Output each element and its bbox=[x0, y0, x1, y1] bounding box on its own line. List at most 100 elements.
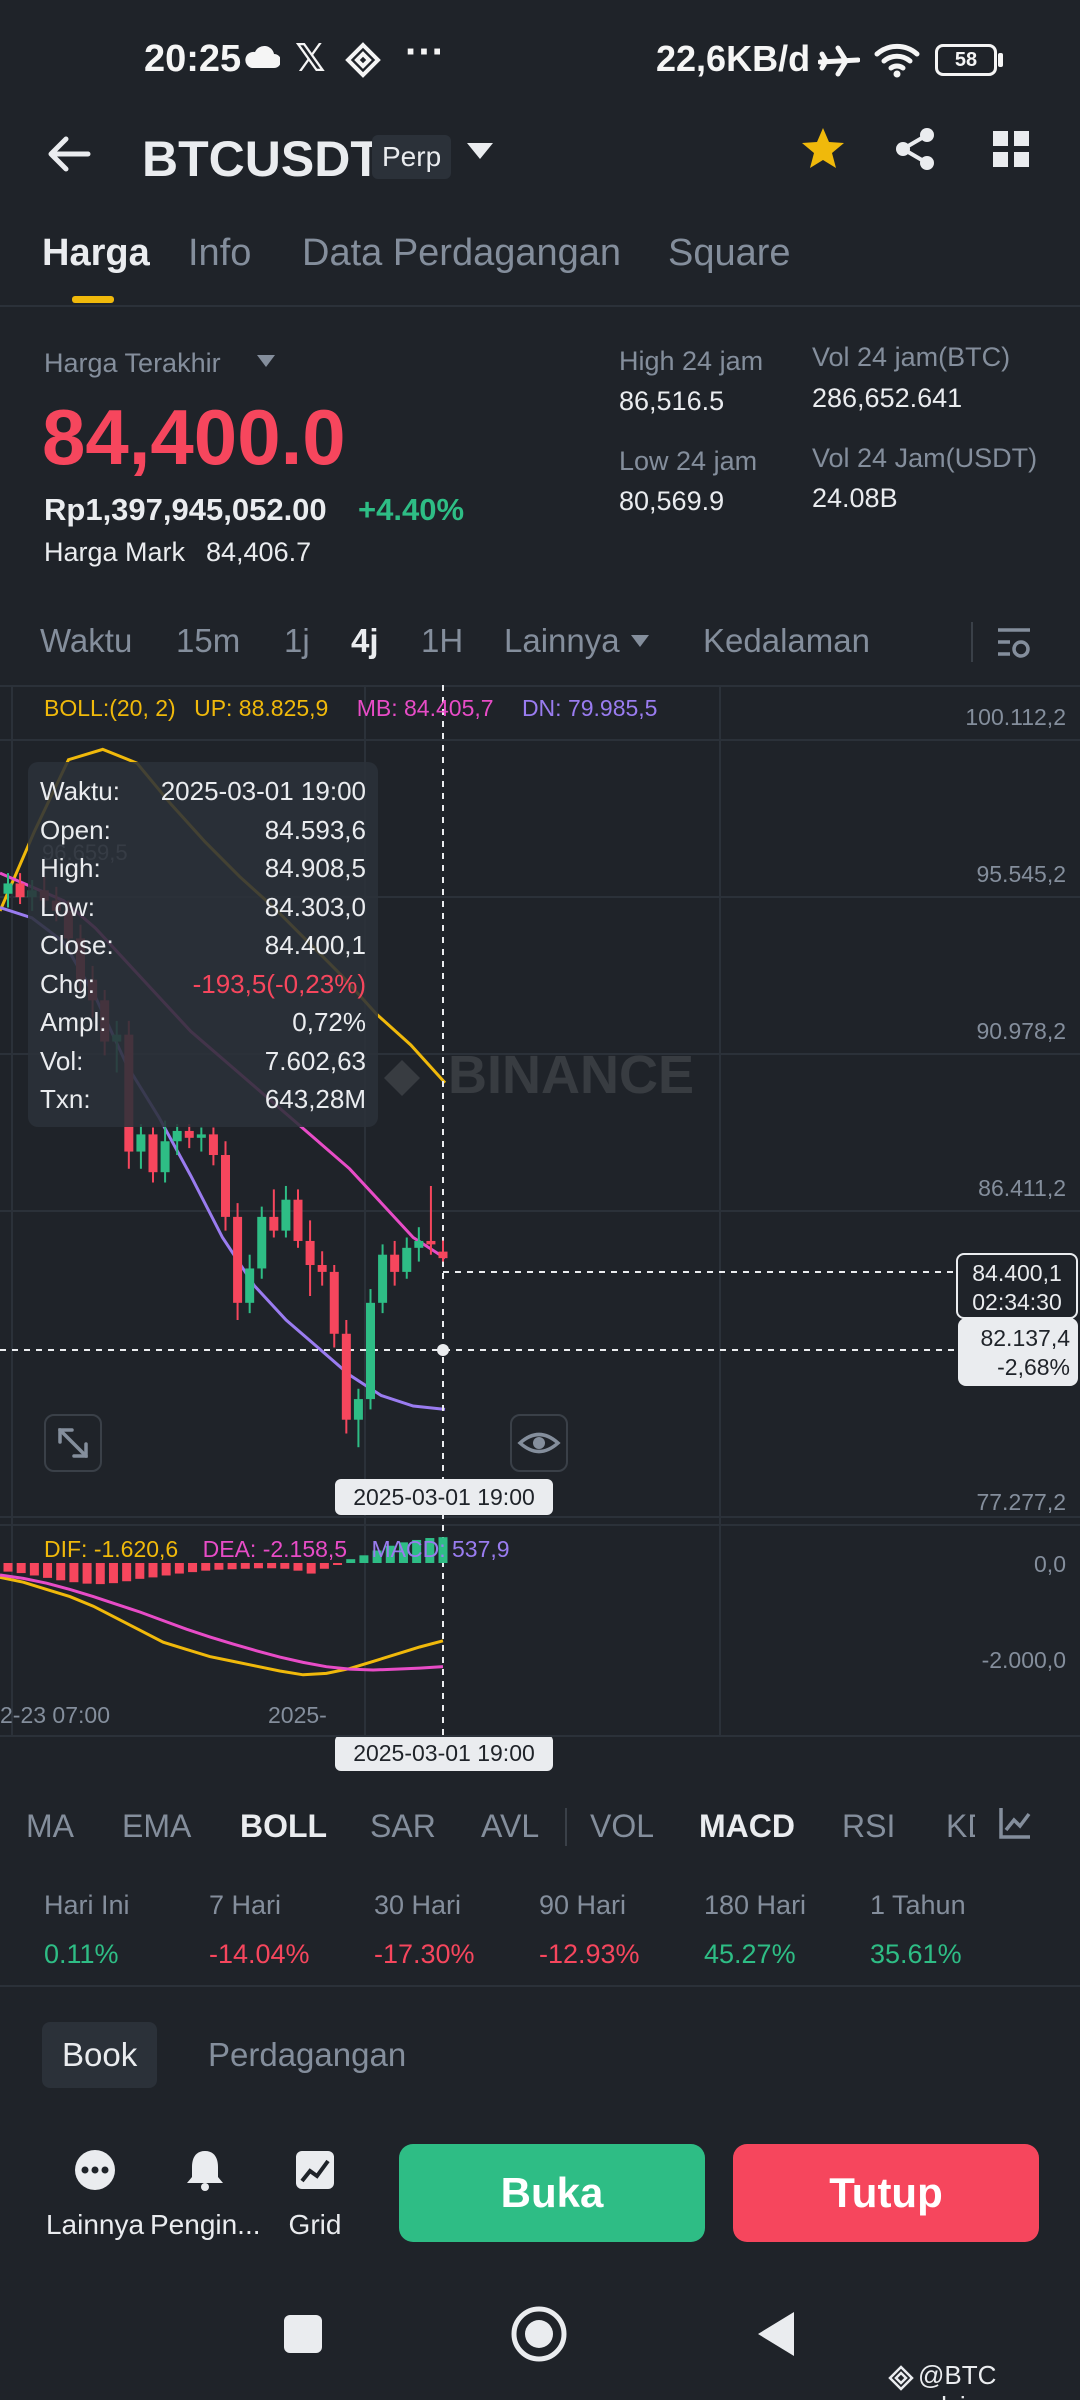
favorite-star-icon[interactable] bbox=[800, 125, 846, 171]
macd-legend: DIF: -1.620,6 DEA: -2.158,5 MACD: 537,9 bbox=[44, 1536, 510, 1563]
tooltip-key: Ampl: bbox=[40, 1007, 107, 1037]
back-arrow-icon[interactable] bbox=[46, 131, 92, 177]
tab-book[interactable]: Book bbox=[42, 2022, 158, 2088]
y-axis-label: 86.411,2 bbox=[978, 1175, 1066, 1201]
y-axis-label: 90.978,2 bbox=[976, 1018, 1066, 1044]
indicator-sar[interactable]: SAR bbox=[370, 1808, 436, 1845]
symbol-dropdown-icon[interactable] bbox=[465, 140, 495, 162]
candle-body bbox=[438, 1251, 448, 1259]
timeframe-1j[interactable]: 1j bbox=[284, 622, 310, 660]
tooltip-row: Waktu: 2025-03-01 19:00 bbox=[40, 772, 366, 811]
tab-data-perdagangan[interactable]: Data Perdagangan bbox=[302, 232, 621, 275]
candle-tooltip: Waktu: 2025-03-01 19:00 Open: 84.593,6 High:… bbox=[28, 762, 378, 1127]
indicator-ema[interactable]: EMA bbox=[122, 1808, 191, 1845]
last-price-dropdown-icon[interactable] bbox=[256, 354, 276, 368]
tooltip-key: High: bbox=[40, 853, 101, 883]
macd-histogram-bar bbox=[56, 1563, 66, 1581]
tooltip-value: 84.593,6 bbox=[264, 814, 366, 845]
vol-btc-label: Vol 24 jam(BTC) bbox=[812, 342, 1011, 372]
macd-dea-label: DEA: -2.158,5 bbox=[202, 1536, 348, 1562]
timeframe-4j[interactable]: 4j bbox=[351, 622, 379, 660]
macd-histogram-bar bbox=[148, 1563, 158, 1578]
toggle-visibility-button[interactable] bbox=[510, 1414, 568, 1472]
page-tabs: Harga Info Data Perdagangan Square bbox=[0, 228, 1080, 308]
boll-dn-label: DN: 79.985,5 bbox=[521, 695, 658, 721]
alert-action[interactable]: Pengin... bbox=[150, 2148, 261, 2241]
x-axis-label: 2-23 07:00 bbox=[0, 1702, 110, 1728]
indicator-divider bbox=[565, 1808, 567, 1846]
macd-value-label: MACD: 537,9 bbox=[371, 1536, 510, 1562]
timeframe-kedalaman[interactable]: Kedalaman bbox=[703, 622, 870, 660]
timeframe-lainnya[interactable]: Lainnya bbox=[504, 622, 620, 660]
macd-histogram-bar bbox=[319, 1563, 329, 1569]
candle-body bbox=[160, 1141, 170, 1173]
current-price-tag: 84.400,1 02:34:30 bbox=[956, 1253, 1078, 1319]
last-price: 84,400.0 bbox=[42, 393, 346, 481]
low-24h-value: 80,569.9 bbox=[619, 486, 725, 516]
macd-histogram-bar bbox=[267, 1563, 277, 1569]
candle-body bbox=[426, 1240, 436, 1245]
macd-histogram-bar bbox=[174, 1563, 184, 1574]
indicator-avl[interactable]: AVL bbox=[481, 1808, 539, 1845]
last-price-label[interactable]: Harga Terakhir bbox=[44, 348, 221, 379]
timeframe-1H[interactable]: 1H bbox=[421, 622, 463, 660]
macd-histogram-bar bbox=[43, 1563, 53, 1578]
indicator-settings-icon[interactable] bbox=[998, 1806, 1032, 1840]
binance-status-icon bbox=[345, 42, 381, 78]
tooltip-value: 7.602,63 bbox=[264, 1045, 366, 1076]
tooltip-row: Ampl: 0,72% bbox=[40, 1003, 366, 1042]
symbol-title[interactable]: BTCUSDT bbox=[142, 130, 381, 188]
timeframe-waktu[interactable]: Waktu bbox=[40, 622, 132, 660]
bell-icon bbox=[187, 2151, 223, 2191]
candle-body bbox=[221, 1155, 230, 1217]
indicator-boll[interactable]: BOLL bbox=[240, 1808, 327, 1845]
perf-value: -14.04% bbox=[209, 1939, 310, 1969]
watermark-text: BINANCE bbox=[448, 1045, 694, 1105]
perf-7d: 7 Hari -14.04% bbox=[209, 1890, 369, 1970]
macd-axis-label: 0,0 bbox=[1034, 1551, 1066, 1577]
chart-settings-icon[interactable] bbox=[996, 626, 1032, 660]
tab-harga[interactable]: Harga bbox=[42, 232, 150, 275]
perf-90d: 90 Hari -12.93% bbox=[539, 1890, 699, 1970]
macd-histogram-bar bbox=[293, 1563, 303, 1571]
more-action[interactable]: Lainnya bbox=[40, 2148, 150, 2241]
home-button[interactable] bbox=[510, 2305, 568, 2363]
grid-action[interactable]: Grid bbox=[260, 2148, 370, 2241]
boll-legend: BOLL:(20, 2) UP: 88.825,9 MB: 84.405,7 D… bbox=[44, 695, 657, 722]
grid-layout-icon[interactable] bbox=[991, 129, 1031, 169]
indicator-vol[interactable]: VOL bbox=[590, 1808, 654, 1845]
macd-dea-line bbox=[0, 1573, 444, 1672]
y-axis-label: 95.545,2 bbox=[976, 861, 1066, 887]
share-icon[interactable] bbox=[893, 127, 937, 171]
change-percent: +4.40% bbox=[358, 492, 465, 527]
divider bbox=[0, 1735, 1080, 1737]
tab-info[interactable]: Info bbox=[188, 232, 251, 275]
tooltip-row: Chg: -193,5(-0,23%) bbox=[40, 965, 366, 1004]
timeframe-more-dropdown-icon[interactable] bbox=[630, 634, 650, 648]
eye-icon bbox=[517, 1432, 561, 1454]
airplane-icon bbox=[818, 45, 860, 77]
indicator-rsi[interactable]: RSI bbox=[842, 1808, 895, 1845]
tooltip-key: Txn: bbox=[40, 1084, 91, 1114]
perf-30d: 30 Hari -17.30% bbox=[374, 1890, 534, 1970]
tooltip-key: Vol: bbox=[40, 1045, 84, 1076]
open-position-button[interactable]: Buka bbox=[399, 2144, 705, 2242]
tab-perdagangan[interactable]: Perdagangan bbox=[188, 2022, 426, 2088]
timeframe-15m[interactable]: 15m bbox=[176, 622, 240, 660]
tooltip-value: -193,5(-0,23%) bbox=[192, 968, 366, 999]
indicator-ma[interactable]: MA bbox=[26, 1808, 74, 1845]
expand-chart-button[interactable] bbox=[44, 1414, 102, 1472]
close-position-button[interactable]: Tutup bbox=[733, 2144, 1039, 2242]
cursor-price-value: 82.137,4 bbox=[980, 1325, 1070, 1351]
candle-body bbox=[233, 1216, 243, 1303]
crosshair-date-tag-bottom: 2025-03-01 19:00 bbox=[335, 1735, 553, 1771]
tooltip-value: 2025-03-01 19:00 bbox=[160, 776, 366, 806]
tab-square[interactable]: Square bbox=[668, 232, 791, 275]
crosshair-date-tag: 2025-03-01 19:00 bbox=[335, 1479, 553, 1515]
perf-label: 1 Tahun bbox=[870, 1890, 966, 1920]
battery-tip bbox=[998, 53, 1003, 67]
recents-button[interactable] bbox=[284, 2315, 322, 2353]
indicator-macd[interactable]: MACD bbox=[699, 1808, 795, 1845]
back-button[interactable] bbox=[756, 2310, 796, 2358]
perf-label: 7 Hari bbox=[209, 1890, 282, 1920]
